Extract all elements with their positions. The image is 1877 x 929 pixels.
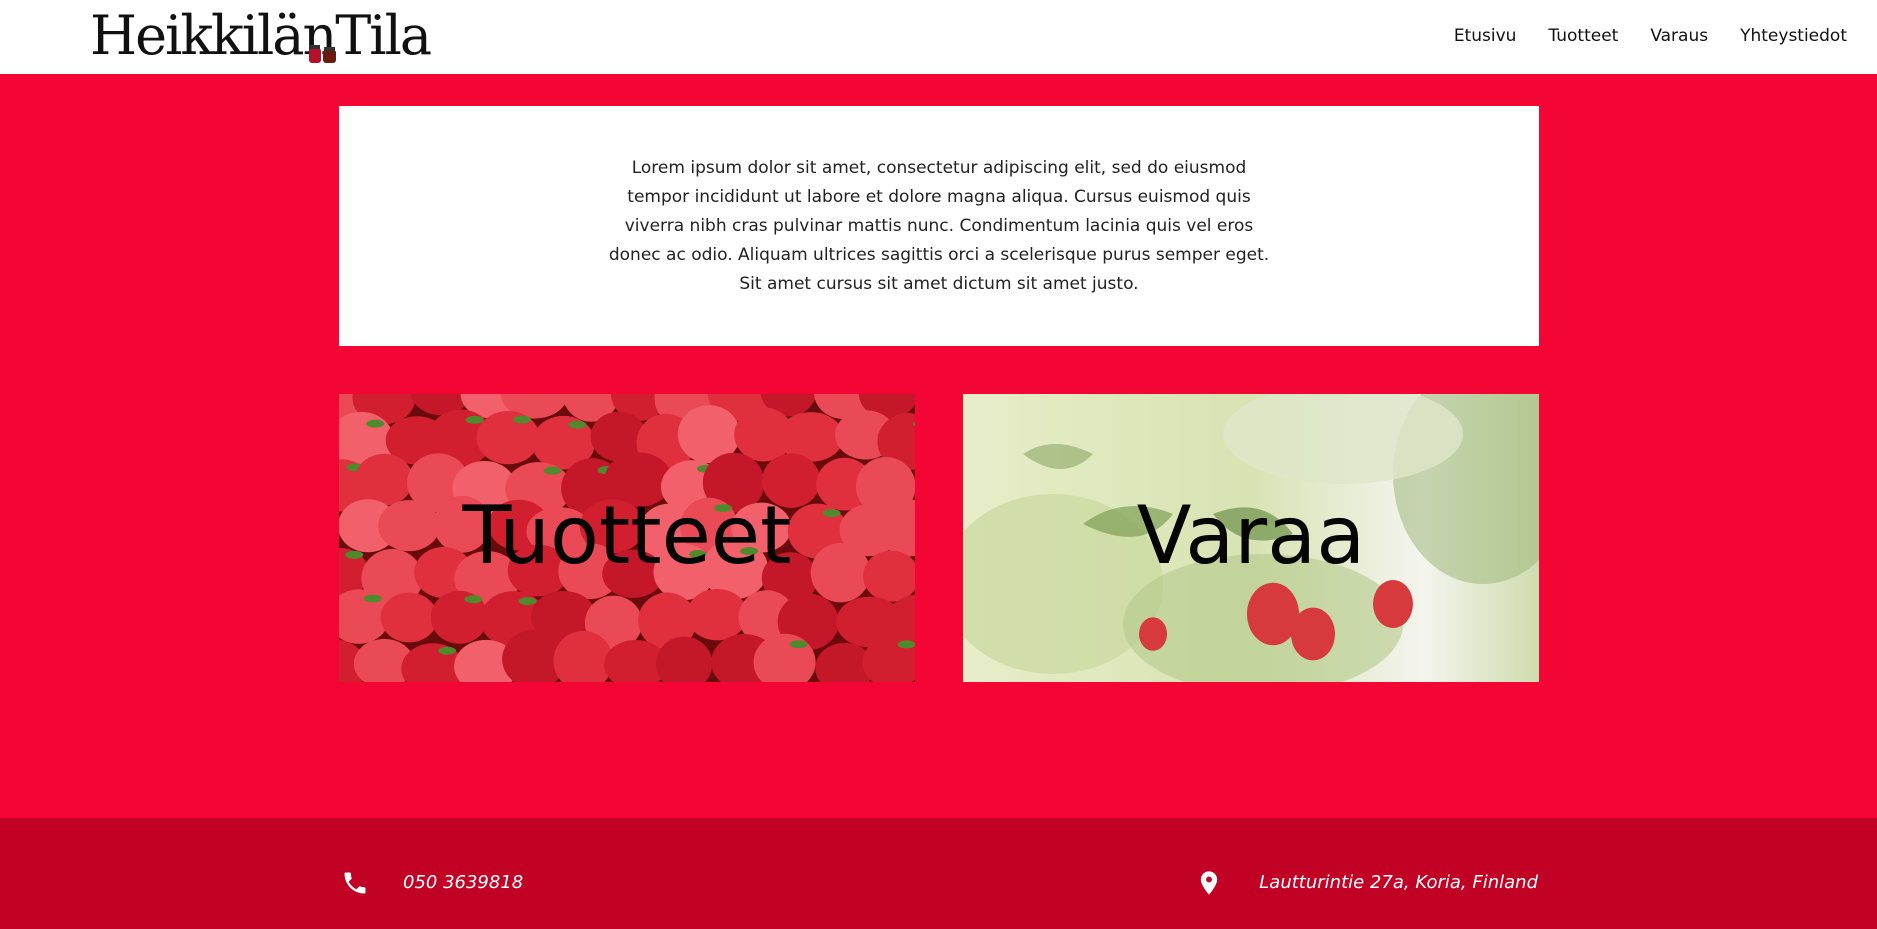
main-nav: Etusivu Tuotteet Varaus Yhteystiedot bbox=[1454, 24, 1847, 48]
leaf-shape bbox=[789, 640, 808, 649]
leaf-shape bbox=[363, 594, 382, 603]
strawberry-shape bbox=[686, 588, 748, 641]
jam-jars-icon bbox=[309, 45, 336, 63]
leaf-shape bbox=[513, 415, 532, 424]
leaf-shape bbox=[568, 420, 587, 429]
site-logo[interactable]: HeikkilänTila bbox=[90, 4, 432, 70]
phone-icon bbox=[344, 872, 366, 894]
nav-yhteystiedot[interactable]: Yhteystiedot bbox=[1740, 24, 1847, 48]
site-header: HeikkilänTila Etusivu Tuotteet Varaus Yh… bbox=[0, 0, 1877, 74]
booking-card[interactable]: Varaa bbox=[963, 394, 1539, 682]
plant-strawberry-shape bbox=[1139, 617, 1167, 651]
logo-text: HeikkilänTila bbox=[90, 4, 432, 67]
leaf-shape bbox=[464, 595, 483, 604]
products-card-label: Tuotteet bbox=[462, 489, 792, 582]
footer-phone[interactable]: 050 3639818 bbox=[341, 868, 523, 898]
nav-etusivu[interactable]: Etusivu bbox=[1454, 24, 1517, 48]
leaf-shape bbox=[897, 640, 915, 649]
nav-varaus[interactable]: Varaus bbox=[1650, 24, 1708, 48]
intro-text: Lorem ipsum dolor sit amet, consectetur … bbox=[608, 158, 1270, 294]
leaf-shape bbox=[543, 466, 562, 475]
leaf-shape bbox=[438, 646, 457, 655]
leaf-shape bbox=[518, 597, 537, 606]
leaf-shape bbox=[465, 415, 484, 424]
site-footer: 050 3639818 Lautturintie 27a, Koria, Fin… bbox=[0, 818, 1877, 929]
location-pin-icon bbox=[1201, 871, 1218, 895]
leaf-shape bbox=[366, 419, 385, 428]
booking-card-label: Varaa bbox=[1136, 489, 1366, 582]
footer-address[interactable]: Lautturintie 27a, Koria, Finland bbox=[1195, 868, 1538, 898]
plant-strawberry-shape bbox=[1373, 580, 1413, 628]
plant-strawberry-shape bbox=[1291, 607, 1335, 661]
products-card[interactable]: Tuotteet bbox=[339, 394, 915, 682]
address-text: Lautturintie 27a, Koria, Finland bbox=[1259, 872, 1538, 893]
phone-number: 050 3639818 bbox=[403, 872, 524, 893]
strawberry-shape bbox=[380, 592, 438, 643]
intro-box: Lorem ipsum dolor sit amet, consectetur … bbox=[339, 106, 1539, 346]
nav-tuotteet[interactable]: Tuotteet bbox=[1548, 24, 1618, 48]
